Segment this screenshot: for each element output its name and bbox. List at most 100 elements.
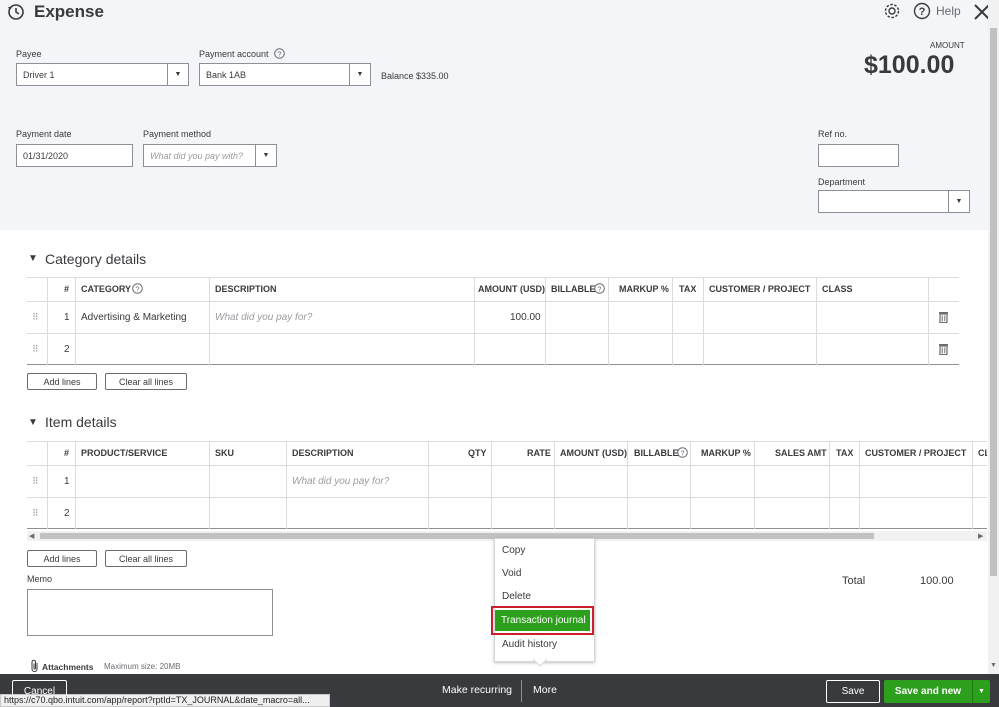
col-qty: QTY xyxy=(468,448,487,458)
item-details-title: Item details xyxy=(45,414,117,430)
help-label[interactable]: Help xyxy=(936,4,961,18)
col-customer-project: CUSTOMER / PROJECT xyxy=(709,284,811,294)
chevron-down-icon[interactable]: ▼ xyxy=(349,64,370,85)
department-label: Department xyxy=(818,177,866,187)
col-sales-amt: SALES AMT xyxy=(775,448,827,458)
payment-method-placeholder: What did you pay with? xyxy=(150,150,244,161)
memo-label: Memo xyxy=(27,574,53,584)
col-description: DESCRIPTION xyxy=(292,448,354,458)
department-select[interactable]: ▼ xyxy=(818,190,970,213)
info-icon[interactable]: ? xyxy=(274,48,285,59)
menu-item-void[interactable]: Void xyxy=(502,568,521,579)
total-label: Total xyxy=(842,575,866,587)
svg-text:?: ? xyxy=(681,450,685,457)
payee-label: Payee xyxy=(16,49,42,59)
trash-icon[interactable] xyxy=(938,311,949,323)
vertical-scrollbar[interactable]: ▼ xyxy=(988,0,999,674)
col-billable: BILLABLE xyxy=(634,448,679,458)
category-add-lines-button[interactable]: Add lines xyxy=(27,373,97,390)
paperclip-icon[interactable] xyxy=(30,659,40,673)
row-number: 1 xyxy=(64,312,70,323)
amount-cell[interactable]: 100.00 xyxy=(510,312,541,323)
scroll-down-icon[interactable]: ▼ xyxy=(990,662,997,669)
more-menu: Copy Void Delete Transaction journal Aud… xyxy=(491,538,595,662)
category-cell[interactable]: Advertising & Marketing xyxy=(81,312,187,323)
gear-icon[interactable] xyxy=(883,2,901,20)
payment-account-value: Bank 1AB xyxy=(206,69,247,80)
col-tax: TAX xyxy=(836,448,854,458)
save-and-new-button[interactable]: Save and new xyxy=(884,680,972,703)
col-markup: MARKUP % xyxy=(619,284,669,294)
drag-handle-icon[interactable]: ⠿ xyxy=(32,344,39,355)
status-url-tooltip: https://c70.qbo.intuit.com/app/report?rp… xyxy=(0,694,330,707)
collapse-caret-icon[interactable]: ▼ xyxy=(28,253,38,264)
payment-date-label: Payment date xyxy=(16,129,72,139)
help-icon[interactable]: ? xyxy=(913,2,931,20)
menu-item-audit-history[interactable]: Audit history xyxy=(502,639,557,650)
memo-textarea[interactable] xyxy=(27,589,273,636)
collapse-caret-icon[interactable]: ▼ xyxy=(28,417,38,428)
save-options-chevron-icon[interactable]: ▼ xyxy=(972,680,990,703)
info-icon[interactable]: ? xyxy=(594,283,605,294)
scrollbar-thumb[interactable] xyxy=(40,533,874,539)
item-clear-lines-button[interactable]: Clear all lines xyxy=(105,550,187,567)
row-number: 2 xyxy=(64,344,70,355)
balance-text: Balance $335.00 xyxy=(381,71,449,81)
col-class: CLASS xyxy=(822,284,853,294)
col-rate: RATE xyxy=(527,448,551,458)
info-icon[interactable]: ? xyxy=(677,447,688,458)
col-product-service: PRODUCT/SERVICE xyxy=(81,448,168,458)
description-cell[interactable]: What did you pay for? xyxy=(292,476,389,487)
payee-select[interactable]: Driver 1 ▼ xyxy=(16,63,189,86)
vertical-scrollbar-thumb[interactable] xyxy=(990,28,997,576)
drag-handle-icon[interactable]: ⠿ xyxy=(32,508,39,519)
col-customer-project: CUSTOMER / PROJECT xyxy=(865,448,967,458)
scroll-right-icon[interactable]: ▶ xyxy=(978,532,983,540)
ref-no-label: Ref no. xyxy=(818,129,848,139)
drag-handle-icon[interactable]: ⠿ xyxy=(32,476,39,487)
menu-item-copy[interactable]: Copy xyxy=(502,545,525,556)
payment-method-select[interactable]: What did you pay with? ▼ xyxy=(143,144,277,167)
info-icon[interactable]: ? xyxy=(132,283,143,294)
page-title: Expense xyxy=(34,2,104,21)
category-table: # CATEGORY ? DESCRIPTION AMOUNT (USD) BI… xyxy=(27,277,959,366)
col-description: DESCRIPTION xyxy=(215,284,277,294)
menu-item-transaction-journal[interactable]: Transaction journal xyxy=(495,610,590,631)
svg-text:?: ? xyxy=(598,286,602,293)
payment-account-select[interactable]: Bank 1AB ▼ xyxy=(199,63,371,86)
col-sku: SKU xyxy=(215,448,235,458)
save-button[interactable]: Save xyxy=(826,680,880,703)
ref-no-input[interactable] xyxy=(818,144,899,167)
chevron-down-icon[interactable]: ▼ xyxy=(255,145,276,166)
col-tax: TAX xyxy=(679,284,697,294)
col-num: # xyxy=(64,284,70,294)
row-number: 2 xyxy=(64,508,70,519)
amount-value: $100.00 xyxy=(864,51,955,79)
trash-icon[interactable] xyxy=(938,343,949,355)
chevron-down-icon[interactable]: ▼ xyxy=(948,191,969,212)
item-add-lines-button[interactable]: Add lines xyxy=(27,550,97,567)
payment-date-input[interactable]: 01/31/2020 xyxy=(16,144,133,167)
svg-text:?: ? xyxy=(136,286,140,293)
svg-text:?: ? xyxy=(919,6,926,18)
item-table: # PRODUCT/SERVICE SKU DESCRIPTION QTY RA… xyxy=(27,441,987,530)
col-amount: AMOUNT (USD) xyxy=(560,448,627,458)
amount-label: AMOUNT xyxy=(930,41,965,50)
menu-item-delete[interactable]: Delete xyxy=(502,591,531,602)
svg-text:?: ? xyxy=(278,51,282,58)
recent-transactions-icon[interactable] xyxy=(6,2,26,22)
payment-method-label: Payment method xyxy=(143,129,212,139)
make-recurring-link[interactable]: Make recurring xyxy=(442,684,512,696)
description-cell[interactable]: What did you pay for? xyxy=(215,312,312,323)
category-clear-lines-button[interactable]: Clear all lines xyxy=(105,373,187,390)
payee-value: Driver 1 xyxy=(23,69,55,80)
chevron-down-icon[interactable]: ▼ xyxy=(167,64,188,85)
scroll-left-icon[interactable]: ◀ xyxy=(29,532,34,540)
payment-account-label: Payment account xyxy=(199,49,269,59)
attachments-label[interactable]: Attachments xyxy=(42,662,93,672)
highlight-box: Transaction journal xyxy=(491,606,594,635)
attachments-max-size: Maximum size: 20MB xyxy=(104,662,181,671)
col-category: CATEGORY xyxy=(81,284,132,294)
drag-handle-icon[interactable]: ⠿ xyxy=(32,312,39,323)
more-link[interactable]: More xyxy=(533,684,557,696)
